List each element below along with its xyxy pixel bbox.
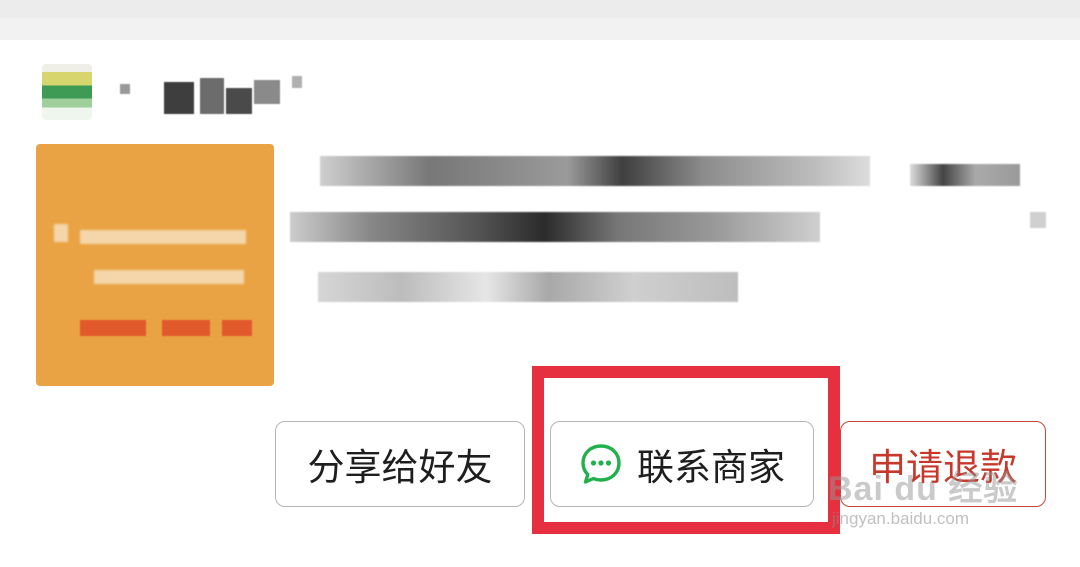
chat-bubble-icon — [579, 442, 623, 486]
top-separator-strip — [0, 0, 1080, 18]
contact-merchant-button[interactable]: 联系商家 — [550, 421, 814, 507]
share-to-friend-button[interactable]: 分享给好友 — [275, 421, 525, 507]
product-thumbnail[interactable] — [36, 144, 274, 386]
refund-button-label: 申请退款 — [869, 446, 1017, 489]
share-button-label: 分享给好友 — [307, 446, 493, 489]
contact-button-label: 联系商家 — [637, 446, 785, 489]
shop-logo[interactable] — [42, 64, 92, 120]
product-description-redacted — [290, 150, 1050, 320]
top-separator — [0, 0, 1080, 40]
apply-refund-button[interactable]: 申请退款 — [840, 421, 1046, 507]
shop-name-redacted[interactable] — [120, 74, 310, 114]
